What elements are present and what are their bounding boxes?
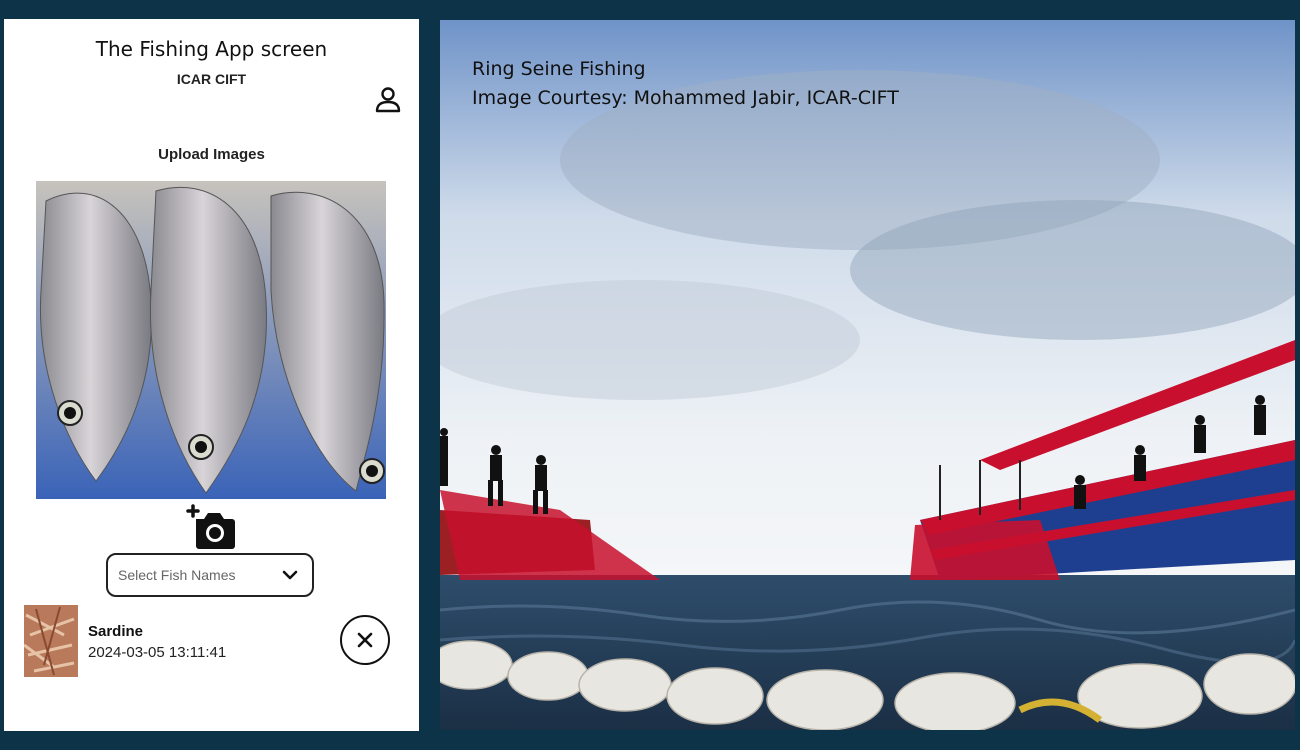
entry-timestamp: 2024-03-05 13:11:41 <box>88 644 227 661</box>
photo-caption-credit: Image Courtesy: Mohammed Jabir, ICAR-CIF… <box>472 87 899 109</box>
entry-fish-name: Sardine <box>88 623 144 640</box>
uploaded-fish-image <box>36 181 386 499</box>
ring-seine-photo: Ring Seine Fishing Image Courtesy: Moham… <box>440 20 1295 730</box>
entry-thumbnail <box>24 605 78 677</box>
chevron-down-icon <box>282 570 298 580</box>
add-camera-icon[interactable] <box>184 503 238 551</box>
org-label: ICAR CIFT <box>176 71 247 87</box>
fish-name-select[interactable]: Select Fish Names <box>106 553 314 597</box>
photo-caption-title: Ring Seine Fishing <box>472 58 646 80</box>
upload-images-label: Upload Images <box>158 146 265 163</box>
remove-entry-button[interactable] <box>340 615 390 665</box>
person-icon[interactable] <box>374 85 402 113</box>
select-placeholder: Select Fish Names <box>118 567 236 583</box>
boat-scene-image <box>440 20 1295 730</box>
close-icon <box>357 632 373 648</box>
app-title: The Fishing App screen <box>95 37 328 61</box>
list-item: Sardine 2024-03-05 13:11:41 <box>24 605 404 677</box>
phone-screen: The Fishing App screen ICAR CIFT Upload … <box>4 19 419 731</box>
